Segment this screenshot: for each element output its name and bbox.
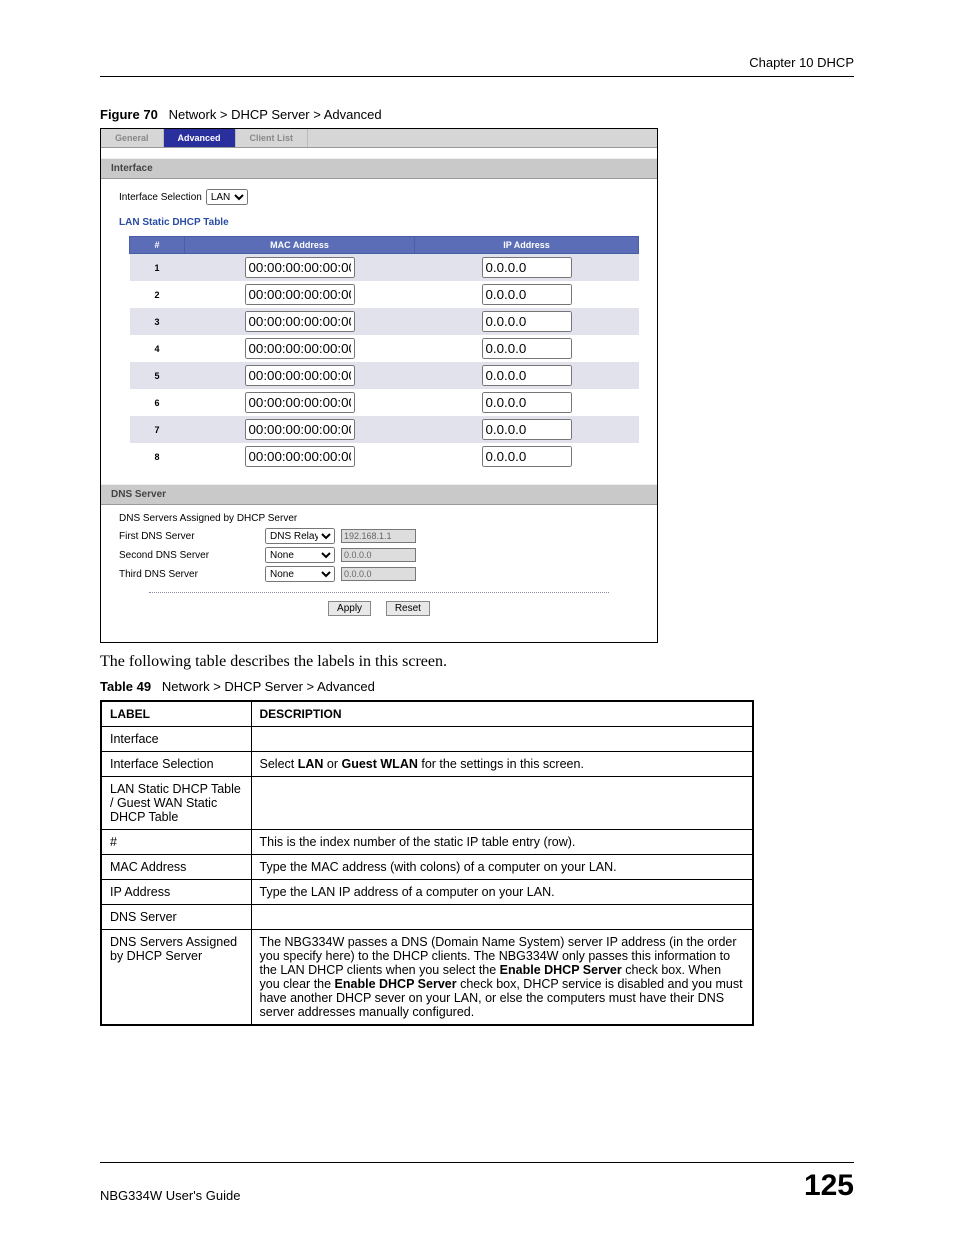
table-row: 5	[130, 362, 639, 389]
interface-selection-dropdown[interactable]: LAN	[206, 189, 248, 205]
description-table: LABEL DESCRIPTION Interface Interface Se…	[100, 700, 754, 1026]
table-row: MAC AddressType the MAC address (with co…	[101, 855, 753, 880]
screenshot-panel: General Advanced Client List Interface I…	[100, 128, 658, 643]
section-interface: Interface	[101, 158, 657, 179]
second-dns-mode-dropdown[interactable]: None	[265, 547, 335, 563]
table-row: 8	[130, 443, 639, 470]
interface-selection-label: Interface Selection	[119, 192, 202, 203]
body-text: The following table describes the labels…	[100, 653, 854, 671]
tab-client-list[interactable]: Client List	[236, 129, 309, 147]
tab-bar: General Advanced Client List	[101, 129, 657, 148]
figure-label: Figure 70	[100, 107, 158, 122]
table-title: Network > DHCP Server > Advanced	[162, 679, 375, 694]
tab-advanced[interactable]: Advanced	[164, 129, 236, 147]
lan-static-dhcp-table: # MAC Address IP Address 12345678	[129, 236, 639, 470]
table-row: 1	[130, 254, 639, 282]
lan-static-dhcp-heading: LAN Static DHCP Table	[119, 217, 639, 228]
row-index: 6	[130, 389, 185, 416]
table-row: 2	[130, 281, 639, 308]
reset-button[interactable]: Reset	[386, 601, 430, 616]
mac-address-input[interactable]	[245, 338, 355, 359]
table-row: Interface Selection Select LAN or Guest …	[101, 752, 753, 777]
mac-address-input[interactable]	[245, 392, 355, 413]
table-row: DNS Server	[101, 905, 753, 930]
row-index: 3	[130, 308, 185, 335]
page-footer: NBG334W User's Guide 125	[100, 1162, 854, 1203]
row-index: 1	[130, 254, 185, 282]
table-row: DNS Servers Assigned by DHCP Server The …	[101, 930, 753, 1026]
second-dns-ip-input[interactable]	[341, 548, 416, 562]
figure-title: Network > DHCP Server > Advanced	[169, 107, 382, 122]
ip-address-input[interactable]	[482, 311, 572, 332]
second-dns-label: Second DNS Server	[119, 550, 259, 561]
table-row: 7	[130, 416, 639, 443]
table-row: #This is the index number of the static …	[101, 830, 753, 855]
first-dns-label: First DNS Server	[119, 531, 259, 542]
ip-address-input[interactable]	[482, 446, 572, 467]
row-index: 7	[130, 416, 185, 443]
mac-address-input[interactable]	[245, 311, 355, 332]
chapter-header: Chapter 10 DHCP	[100, 55, 854, 76]
table-row: Interface	[101, 727, 753, 752]
third-dns-label: Third DNS Server	[119, 569, 259, 580]
mac-address-input[interactable]	[245, 257, 355, 278]
footer-guide: NBG334W User's Guide	[100, 1188, 240, 1203]
ip-address-input[interactable]	[482, 284, 572, 305]
ip-address-input[interactable]	[482, 338, 572, 359]
page-number: 125	[804, 1169, 854, 1203]
table-label: Table 49	[100, 679, 151, 694]
first-dns-ip-input[interactable]	[341, 529, 416, 543]
mac-address-input[interactable]	[245, 365, 355, 386]
apply-button[interactable]: Apply	[328, 601, 371, 616]
first-dns-mode-dropdown[interactable]: DNS Relay	[265, 528, 335, 544]
header-rule	[100, 76, 854, 77]
row-index: 2	[130, 281, 185, 308]
table-row: 4	[130, 335, 639, 362]
desc-head-description: DESCRIPTION	[251, 701, 753, 727]
dns-assigned-heading: DNS Servers Assigned by DHCP Server	[119, 513, 639, 524]
desc-head-label: LABEL	[101, 701, 251, 727]
mac-address-input[interactable]	[245, 446, 355, 467]
row-index: 4	[130, 335, 185, 362]
mac-address-input[interactable]	[245, 419, 355, 440]
table-row: LAN Static DHCP Table / Guest WAN Static…	[101, 777, 753, 830]
ip-address-input[interactable]	[482, 257, 572, 278]
mac-address-input[interactable]	[245, 284, 355, 305]
row-index: 8	[130, 443, 185, 470]
figure-caption: Figure 70 Network > DHCP Server > Advanc…	[100, 107, 854, 122]
section-dns-server: DNS Server	[101, 484, 657, 505]
table-row: 6	[130, 389, 639, 416]
table-caption: Table 49 Network > DHCP Server > Advance…	[100, 679, 854, 694]
third-dns-ip-input[interactable]	[341, 567, 416, 581]
table-row: 3	[130, 308, 639, 335]
col-ip: IP Address	[415, 237, 639, 254]
col-index: #	[130, 237, 185, 254]
tab-general[interactable]: General	[101, 129, 164, 147]
col-mac: MAC Address	[185, 237, 415, 254]
third-dns-mode-dropdown[interactable]: None	[265, 566, 335, 582]
ip-address-input[interactable]	[482, 365, 572, 386]
ip-address-input[interactable]	[482, 419, 572, 440]
table-row: IP AddressType the LAN IP address of a c…	[101, 880, 753, 905]
ip-address-input[interactable]	[482, 392, 572, 413]
row-index: 5	[130, 362, 185, 389]
